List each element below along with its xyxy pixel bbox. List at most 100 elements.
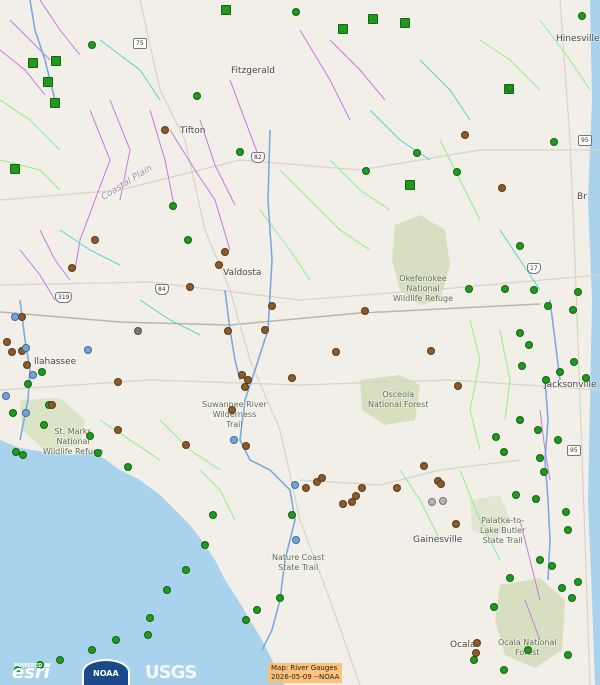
gauge-marker-brown[interactable] bbox=[498, 184, 506, 192]
gauge-marker-green[interactable] bbox=[236, 148, 244, 156]
gauge-marker-green[interactable] bbox=[169, 202, 177, 210]
gauge-marker-green[interactable] bbox=[182, 566, 190, 574]
gauge-marker-brown[interactable] bbox=[215, 261, 223, 269]
gauge-marker-green[interactable] bbox=[550, 138, 558, 146]
gauge-marker-brown[interactable] bbox=[228, 406, 236, 414]
gauge-marker-green[interactable] bbox=[568, 594, 576, 602]
gauge-marker-brown[interactable] bbox=[348, 498, 356, 506]
gauge-marker-brown[interactable] bbox=[427, 347, 435, 355]
gauge-marker-blue[interactable] bbox=[22, 344, 30, 352]
gauge-marker-green[interactable] bbox=[209, 511, 217, 519]
gauge-marker-brown[interactable] bbox=[393, 484, 401, 492]
gauge-marker-brown[interactable] bbox=[454, 382, 462, 390]
gauge-marker-brown[interactable] bbox=[332, 348, 340, 356]
gauge-marker-brown[interactable] bbox=[18, 313, 26, 321]
gauge-marker-brown[interactable] bbox=[339, 500, 347, 508]
gauge-marker-green[interactable] bbox=[578, 12, 586, 20]
gauge-marker-flood-square[interactable] bbox=[10, 164, 20, 174]
gauge-marker-green[interactable] bbox=[86, 432, 94, 440]
gauge-marker-brown[interactable] bbox=[437, 480, 445, 488]
gauge-marker-green[interactable] bbox=[184, 236, 192, 244]
gauge-marker-brown[interactable] bbox=[461, 131, 469, 139]
gauge-marker-flood-square[interactable] bbox=[43, 77, 53, 87]
gauge-marker-green[interactable] bbox=[38, 368, 46, 376]
gauge-marker-green[interactable] bbox=[465, 285, 473, 293]
gauge-marker-green[interactable] bbox=[193, 92, 201, 100]
gauge-marker-green[interactable] bbox=[569, 306, 577, 314]
gauge-marker-green[interactable] bbox=[574, 578, 582, 586]
gauge-marker-flood-square[interactable] bbox=[368, 14, 378, 24]
gauge-marker-brown[interactable] bbox=[224, 327, 232, 335]
gauge-marker-green[interactable] bbox=[530, 286, 538, 294]
gauge-marker-green[interactable] bbox=[24, 380, 32, 388]
gauge-marker-blue[interactable] bbox=[29, 371, 37, 379]
gauge-marker-blue[interactable] bbox=[84, 346, 92, 354]
gauge-marker-brown[interactable] bbox=[472, 649, 480, 657]
gauge-marker-green[interactable] bbox=[548, 562, 556, 570]
gauge-marker-gray[interactable] bbox=[134, 327, 142, 335]
gauge-marker-green[interactable] bbox=[542, 376, 550, 384]
gauge-marker-green[interactable] bbox=[144, 631, 152, 639]
gauge-marker-green[interactable] bbox=[564, 651, 572, 659]
gauge-marker-brown[interactable] bbox=[23, 361, 31, 369]
gauge-marker-green[interactable] bbox=[558, 584, 566, 592]
gauge-marker-green[interactable] bbox=[362, 167, 370, 175]
gauge-marker-brown[interactable] bbox=[241, 383, 249, 391]
gauge-marker-blue[interactable] bbox=[292, 536, 300, 544]
gauge-marker-green[interactable] bbox=[19, 451, 27, 459]
gauge-marker-green[interactable] bbox=[288, 511, 296, 519]
gauge-marker-green[interactable] bbox=[512, 491, 520, 499]
gauge-marker-brown[interactable] bbox=[420, 462, 428, 470]
gauge-marker-green[interactable] bbox=[500, 448, 508, 456]
gauge-marker-green[interactable] bbox=[506, 84, 514, 92]
gauge-marker-green[interactable] bbox=[413, 149, 421, 157]
gauge-marker-brown[interactable] bbox=[358, 484, 366, 492]
gauge-marker-green[interactable] bbox=[490, 603, 498, 611]
gauge-marker-brown[interactable] bbox=[91, 236, 99, 244]
gauge-marker-green[interactable] bbox=[570, 358, 578, 366]
gauge-marker-green[interactable] bbox=[554, 436, 562, 444]
gauge-marker-green[interactable] bbox=[556, 368, 564, 376]
gauge-marker-green[interactable] bbox=[516, 416, 524, 424]
gauge-marker-blue[interactable] bbox=[2, 392, 10, 400]
gauge-marker-brown[interactable] bbox=[48, 401, 56, 409]
gauge-marker-lightgray[interactable] bbox=[428, 498, 436, 506]
gauge-marker-brown[interactable] bbox=[161, 126, 169, 134]
gauge-marker-green[interactable] bbox=[112, 636, 120, 644]
gauge-marker-brown[interactable] bbox=[302, 484, 310, 492]
gauge-marker-green[interactable] bbox=[540, 468, 548, 476]
gauge-marker-green[interactable] bbox=[124, 463, 132, 471]
gauge-marker-brown[interactable] bbox=[114, 426, 122, 434]
gauge-marker-green[interactable] bbox=[453, 168, 461, 176]
gauge-marker-green[interactable] bbox=[516, 329, 524, 337]
gauge-marker-green[interactable] bbox=[40, 421, 48, 429]
gauge-marker-brown[interactable] bbox=[68, 264, 76, 272]
gauge-marker-brown[interactable] bbox=[242, 442, 250, 450]
gauge-marker-brown[interactable] bbox=[473, 639, 481, 647]
gauge-marker-green[interactable] bbox=[253, 606, 261, 614]
gauge-marker-green[interactable] bbox=[544, 302, 552, 310]
gauge-marker-lightgray[interactable] bbox=[439, 497, 447, 505]
gauge-marker-flood-square[interactable] bbox=[338, 24, 348, 34]
gauge-marker-green[interactable] bbox=[574, 288, 582, 296]
gauge-marker-green[interactable] bbox=[492, 433, 500, 441]
gauge-marker-green[interactable] bbox=[94, 449, 102, 457]
gauge-marker-brown[interactable] bbox=[452, 520, 460, 528]
gauge-marker-green[interactable] bbox=[582, 374, 590, 382]
gauge-marker-brown[interactable] bbox=[268, 302, 276, 310]
gauge-marker-flood-square[interactable] bbox=[221, 5, 231, 15]
gauge-marker-green[interactable] bbox=[506, 574, 514, 582]
gauge-marker-flood-square[interactable] bbox=[51, 56, 61, 66]
gauge-marker-green[interactable] bbox=[518, 362, 526, 370]
gauge-marker-flood-square[interactable] bbox=[405, 180, 415, 190]
gauge-marker-brown[interactable] bbox=[318, 474, 326, 482]
gauge-marker-brown[interactable] bbox=[114, 378, 122, 386]
gauge-marker-green[interactable] bbox=[163, 586, 171, 594]
gauge-marker-brown[interactable] bbox=[261, 326, 269, 334]
gauge-marker-green[interactable] bbox=[201, 541, 209, 549]
gauge-marker-brown[interactable] bbox=[3, 338, 11, 346]
gauge-marker-green[interactable] bbox=[9, 409, 17, 417]
gauge-marker-green[interactable] bbox=[525, 341, 533, 349]
gauge-marker-flood-square[interactable] bbox=[50, 98, 60, 108]
gauge-marker-green[interactable] bbox=[88, 41, 96, 49]
